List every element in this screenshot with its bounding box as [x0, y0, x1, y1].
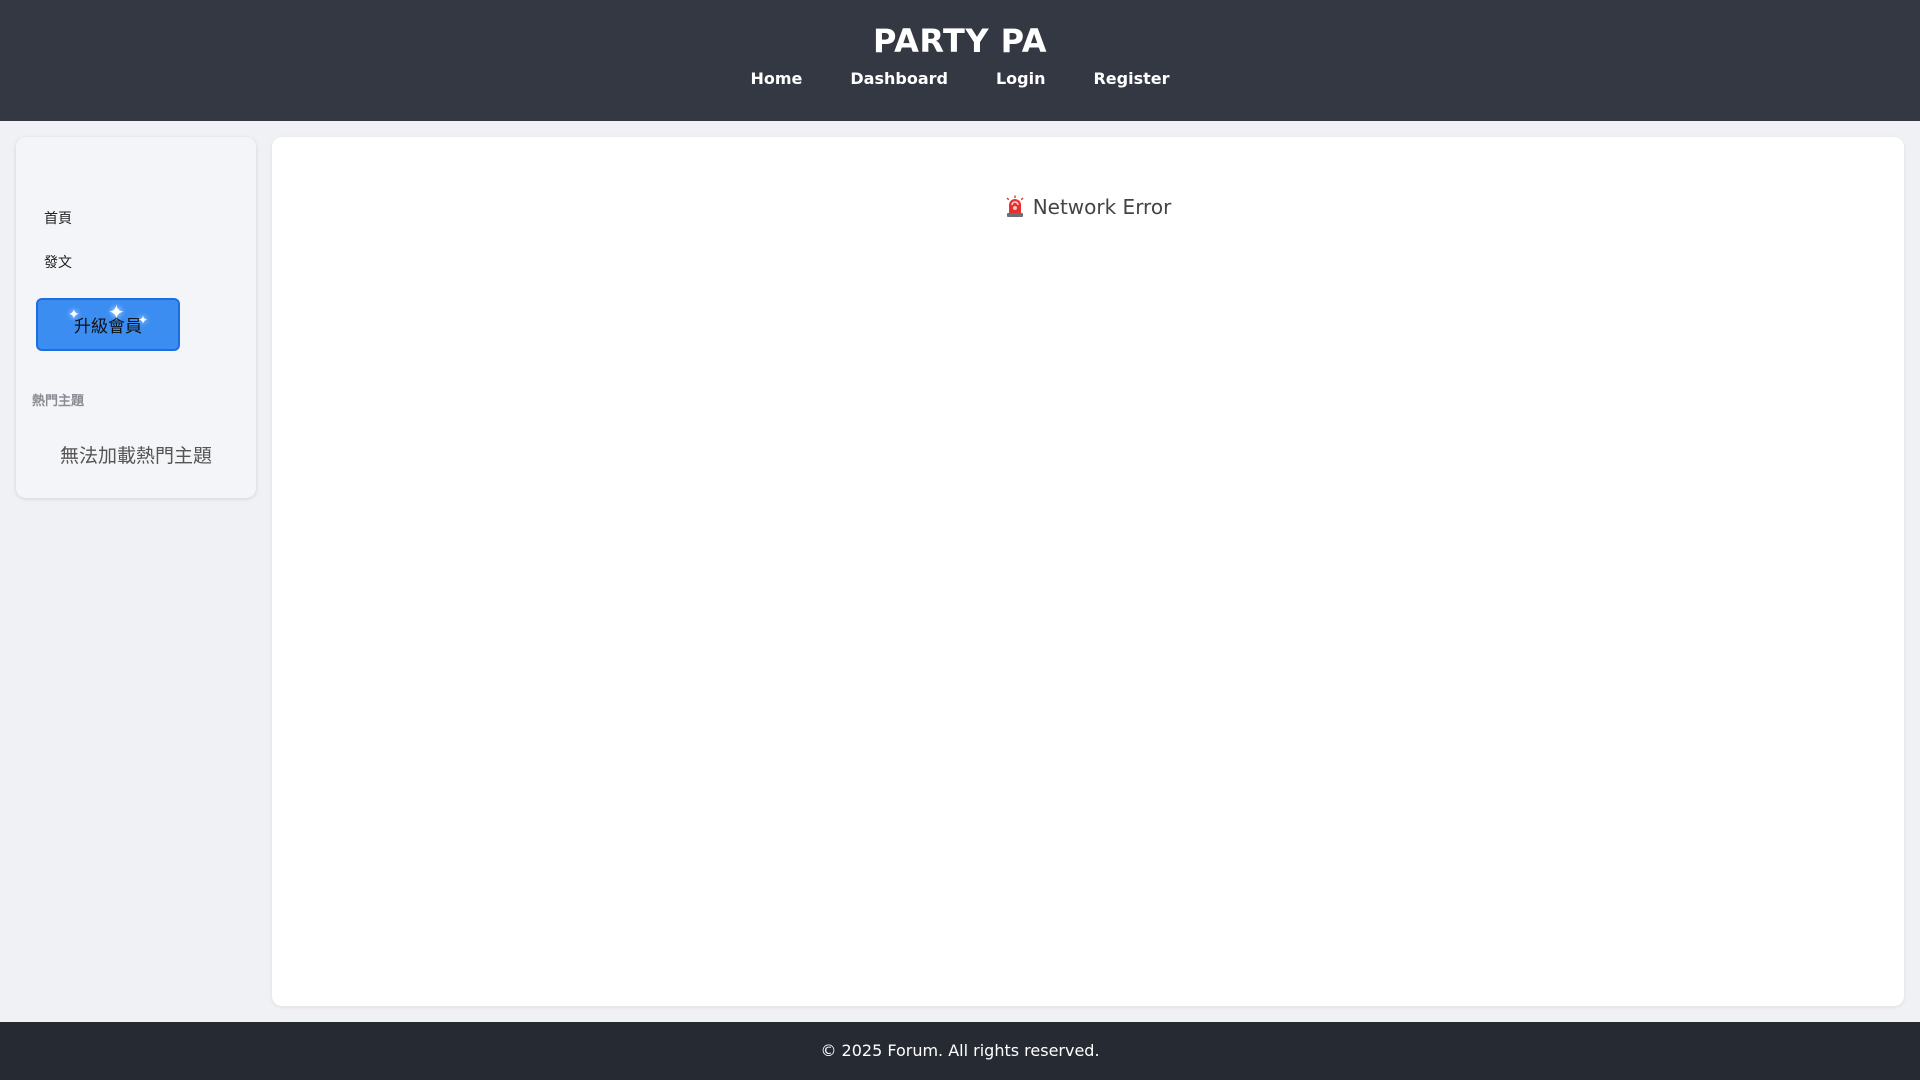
site-title: PARTY PA — [873, 22, 1047, 60]
siren-icon — [1005, 195, 1025, 217]
upgrade-membership-button[interactable]: ✦ ✦ ✦ 升級會員 — [36, 298, 180, 351]
sparkle-icon: ✦ — [68, 307, 80, 323]
sparkle-icon: ✦ — [108, 300, 125, 324]
sparkle-icon: ✦ — [138, 313, 149, 327]
nav-register[interactable]: Register — [1093, 66, 1169, 92]
sidebar-item-post[interactable]: 發文 — [44, 253, 72, 273]
sidebar: 首頁 發文 ✦ ✦ ✦ 升級會員 熱門主題 無法加載熱門主題 — [16, 137, 256, 498]
site-footer: © 2025 Forum. All rights reserved. — [0, 1022, 1920, 1080]
top-nav: Home Dashboard Login Register — [0, 66, 1920, 92]
site-header: PARTY PA Home Dashboard Login Register — [0, 0, 1920, 121]
copyright-text: © 2025 Forum. All rights reserved. — [820, 1041, 1100, 1060]
nav-login[interactable]: Login — [996, 66, 1046, 92]
network-error-text: Network Error — [1032, 195, 1172, 219]
trending-topics-error: 無法加載熱門主題 — [59, 445, 212, 467]
network-error-message: Network Error — [272, 193, 1904, 221]
nav-dashboard[interactable]: Dashboard — [850, 66, 948, 92]
main-content: Network Error — [272, 137, 1904, 1006]
nav-home[interactable]: Home — [750, 66, 802, 92]
trending-topics-heading: 熱門主題 — [32, 394, 85, 409]
sidebar-item-home[interactable]: 首頁 — [44, 209, 72, 229]
